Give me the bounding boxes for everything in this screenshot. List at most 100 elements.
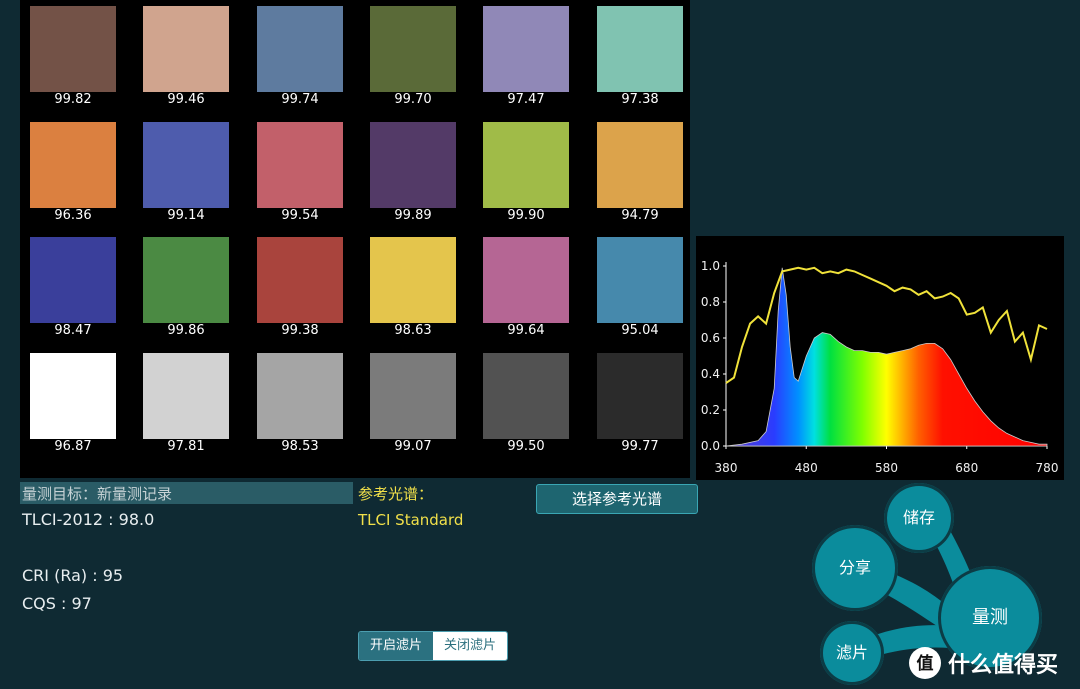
y-tick-label: 0.4	[701, 367, 720, 381]
swatch-value: 98.47	[54, 323, 92, 338]
swatch-cell: 99.77	[597, 347, 683, 455]
swatch-color	[143, 6, 229, 92]
swatch-value: 99.89	[394, 208, 432, 223]
swatch-value: 99.82	[54, 92, 92, 107]
measure-target-label: 量测目标：新量测记录	[22, 485, 173, 503]
swatch-value: 99.14	[167, 208, 205, 223]
x-tick-label: 380	[715, 461, 738, 475]
swatch-color	[143, 237, 229, 323]
y-tick-label: 0.6	[701, 331, 720, 345]
swatch-value: 99.77	[621, 439, 659, 454]
x-tick-label: 680	[955, 461, 978, 475]
swatch-color	[483, 6, 569, 92]
tlci-value: TLCI-2012 : 98.0	[22, 510, 155, 529]
swatch-value: 95.04	[621, 323, 659, 338]
swatch-cell: 96.36	[30, 116, 116, 224]
swatch-color	[370, 237, 456, 323]
swatch-cell: 99.64	[483, 231, 569, 339]
y-tick-label: 1.0	[701, 259, 720, 273]
x-tick-label: 580	[875, 461, 898, 475]
swatch-color	[257, 353, 343, 439]
swatch-cell: 98.63	[370, 231, 456, 339]
swatch-color	[257, 6, 343, 92]
swatch-cell: 95.04	[597, 231, 683, 339]
x-tick-label: 480	[795, 461, 818, 475]
y-tick-label: 0.2	[701, 403, 720, 417]
swatch-value: 99.07	[394, 439, 432, 454]
select-reference-spectrum-button[interactable]: 选择参考光谱	[536, 484, 698, 514]
swatch-color	[143, 122, 229, 208]
watermark-text: 什么值得买	[948, 653, 1059, 678]
filter-off-button[interactable]: 关闭滤片	[433, 632, 507, 660]
swatch-cell: 99.82	[30, 0, 116, 108]
reference-spectrum-value: TLCI Standard	[358, 511, 464, 529]
share-button[interactable]: 分享	[812, 525, 898, 611]
swatch-cell: 99.38	[257, 231, 343, 339]
swatch-cell: 99.46	[143, 0, 229, 108]
swatch-cell: 97.38	[597, 0, 683, 108]
swatch-value: 99.74	[281, 92, 319, 107]
filter-toggle: 开启滤片 关闭滤片	[358, 631, 508, 661]
swatch-cell: 99.70	[370, 0, 456, 108]
swatch-cell: 98.53	[257, 347, 343, 455]
y-tick-label: 0.8	[701, 295, 720, 309]
spectrum-chart-svg: 0.0 0.2 0.4 0.6 0.8 1.0 380 480 580 680 780	[701, 259, 1059, 475]
cqs-value: CQS : 97	[22, 594, 92, 613]
x-tick-label: 780	[1036, 461, 1059, 475]
swatch-color	[257, 122, 343, 208]
swatch-cell: 97.47	[483, 0, 569, 108]
swatch-cell: 99.74	[257, 0, 343, 108]
swatch-value: 99.70	[394, 92, 432, 107]
swatch-cell: 99.07	[370, 347, 456, 455]
spectrum-chart: 0.0 0.2 0.4 0.6 0.8 1.0 380 480 580 680 780	[696, 236, 1064, 480]
swatch-value: 99.64	[507, 323, 545, 338]
swatch-color	[370, 6, 456, 92]
swatch-value: 96.36	[54, 208, 92, 223]
swatch-cell: 99.14	[143, 116, 229, 224]
swatch-color	[30, 353, 116, 439]
swatch-cell: 97.81	[143, 347, 229, 455]
swatch-cell: 99.89	[370, 116, 456, 224]
color-swatch-grid: 99.82 99.46 99.74 99.70 97.47 97.38 96.36 99.14…	[20, 0, 690, 478]
swatch-color	[30, 122, 116, 208]
swatch-value: 99.46	[167, 92, 205, 107]
reference-spectrum-label: 参考光谱：	[358, 485, 434, 503]
swatch-value: 96.87	[54, 439, 92, 454]
swatch-cell: 99.86	[143, 231, 229, 339]
swatch-color	[597, 353, 683, 439]
cri-value: CRI (Ra) : 95	[22, 566, 124, 585]
swatch-color	[597, 122, 683, 208]
swatch-value: 98.63	[394, 323, 432, 338]
swatch-color	[370, 122, 456, 208]
swatch-value: 99.86	[167, 323, 205, 338]
swatch-cell: 96.87	[30, 347, 116, 455]
swatch-value: 98.53	[281, 439, 319, 454]
swatch-value: 99.90	[507, 208, 545, 223]
swatch-color	[597, 6, 683, 92]
swatch-value: 97.38	[621, 92, 659, 107]
swatch-cell: 99.54	[257, 116, 343, 224]
swatch-color	[483, 353, 569, 439]
swatch-value: 99.50	[507, 439, 545, 454]
swatch-cell: 98.47	[30, 231, 116, 339]
swatch-cell: 99.50	[483, 347, 569, 455]
y-tick-label: 0.0	[701, 439, 720, 453]
swatch-color	[483, 122, 569, 208]
swatch-cell: 94.79	[597, 116, 683, 224]
swatch-color	[143, 353, 229, 439]
swatch-color	[483, 237, 569, 323]
swatch-color	[370, 353, 456, 439]
svg-text:值: 值	[917, 653, 934, 674]
filter-button[interactable]: 滤片	[820, 621, 884, 685]
swatch-color	[597, 237, 683, 323]
swatch-value: 97.47	[507, 92, 545, 107]
swatch-value: 97.81	[167, 439, 205, 454]
filter-on-button[interactable]: 开启滤片	[359, 632, 433, 660]
swatch-value: 94.79	[621, 208, 659, 223]
store-button[interactable]: 储存	[884, 483, 954, 553]
swatch-cell: 99.90	[483, 116, 569, 224]
swatch-value: 99.54	[281, 208, 319, 223]
swatch-color	[30, 237, 116, 323]
swatch-value: 99.38	[281, 323, 319, 338]
swatch-color	[257, 237, 343, 323]
